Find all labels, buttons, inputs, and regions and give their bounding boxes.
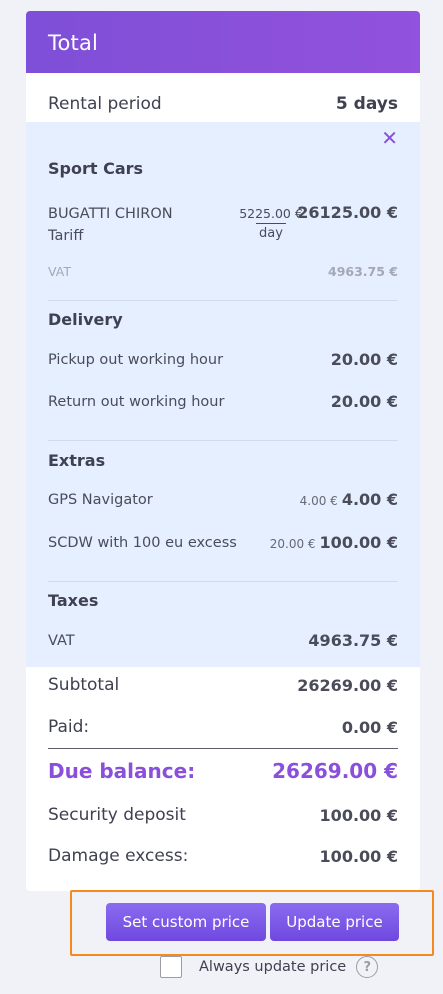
- tariff-total: 26125.00 €: [297, 203, 398, 222]
- list-item: GPS Navigator 4.00 €4.00 €: [48, 490, 398, 509]
- subtotal-value: 26269.00 €: [297, 675, 398, 695]
- item-value: 4963.75 €: [308, 631, 398, 650]
- item-value: 20.00 €: [330, 350, 398, 369]
- section-title-taxes: Taxes: [48, 591, 99, 610]
- list-item: Pickup out working hour 20.00 €: [48, 350, 398, 369]
- item-rate: 4.00 €: [299, 494, 338, 508]
- section-title-sport-cars: Sport Cars: [48, 159, 144, 178]
- rental-period-label: Rental period: [48, 94, 162, 114]
- damage-excess-row: Damage excess: 100.00 €: [48, 846, 398, 866]
- close-icon[interactable]: ✕: [381, 126, 398, 150]
- section-title-delivery: Delivery: [48, 310, 123, 329]
- item-label: VAT: [48, 632, 75, 649]
- car-model: BUGATTI CHIRON: [48, 206, 173, 222]
- due-balance-row: Due balance: 26269.00 €: [48, 759, 398, 783]
- item-value: 20.00 €: [330, 392, 398, 411]
- item-label: GPS Navigator: [48, 491, 153, 508]
- divider: [48, 581, 398, 582]
- due-balance-value: 26269.00 €: [272, 759, 398, 783]
- vat-value: 4963.75 €: [328, 264, 398, 279]
- damage-excess-value: 100.00 €: [319, 846, 398, 866]
- subtotal-label: Subtotal: [48, 675, 120, 695]
- tariff-name: BUGATTI CHIRON Tariff: [48, 203, 173, 247]
- sport-cars-vat-row: VAT 4963.75 €: [48, 264, 398, 279]
- rental-period-row: Rental period 5 days: [48, 83, 398, 125]
- paid-value: 0.00 €: [341, 717, 398, 737]
- item-rate: 20.00 €: [269, 537, 316, 551]
- total-card: Total Rental period 5 days ✕ Sport Cars …: [26, 11, 420, 891]
- divider: [48, 748, 398, 749]
- card-title: Total: [26, 11, 420, 73]
- update-price-button[interactable]: Update price: [270, 903, 399, 941]
- paid-label: Paid:: [48, 717, 90, 737]
- item-value: 4.00 €: [341, 490, 398, 509]
- help-icon[interactable]: ?: [356, 956, 379, 978]
- price-details-panel: ✕ Sport Cars BUGATTI CHIRON Tariff 5225.…: [26, 122, 420, 667]
- list-item: Return out working hour 20.00 €: [48, 392, 398, 411]
- divider: [48, 440, 398, 441]
- item-value: 100.00 €: [319, 533, 398, 552]
- security-deposit-row: Security deposit 100.00 €: [48, 805, 398, 825]
- list-item: SCDW with 100 eu excess 20.00 €100.00 €: [48, 533, 398, 552]
- subtotal-row: Subtotal 26269.00 €: [48, 675, 398, 695]
- item-label: SCDW with 100 eu excess: [48, 534, 237, 551]
- tariff-rate-value: 5225.00 €: [239, 206, 303, 221]
- tariff-rate-unit: day: [256, 223, 286, 241]
- always-update-label: Always update price: [199, 959, 347, 975]
- always-update-option: Always update price ?: [160, 956, 379, 978]
- item-label: Return out working hour: [48, 393, 225, 410]
- list-item: VAT 4963.75 €: [48, 631, 398, 650]
- vat-label: VAT: [48, 264, 71, 279]
- tariff-rate: 5225.00 € day: [238, 206, 304, 241]
- due-balance-label: Due balance:: [48, 759, 196, 783]
- paid-row: Paid: 0.00 €: [48, 717, 398, 737]
- security-deposit-value: 100.00 €: [319, 805, 398, 825]
- damage-excess-label: Damage excess:: [48, 846, 189, 866]
- set-custom-price-button[interactable]: Set custom price: [106, 903, 266, 941]
- tariff-label: Tariff: [48, 228, 84, 244]
- always-update-checkbox[interactable]: [160, 956, 182, 978]
- security-deposit-label: Security deposit: [48, 805, 186, 825]
- divider: [48, 300, 398, 301]
- item-label: Pickup out working hour: [48, 351, 224, 368]
- section-title-extras: Extras: [48, 451, 106, 470]
- rental-period-value: 5 days: [335, 94, 398, 114]
- tariff-line: BUGATTI CHIRON Tariff 5225.00 € day 2612…: [48, 189, 398, 244]
